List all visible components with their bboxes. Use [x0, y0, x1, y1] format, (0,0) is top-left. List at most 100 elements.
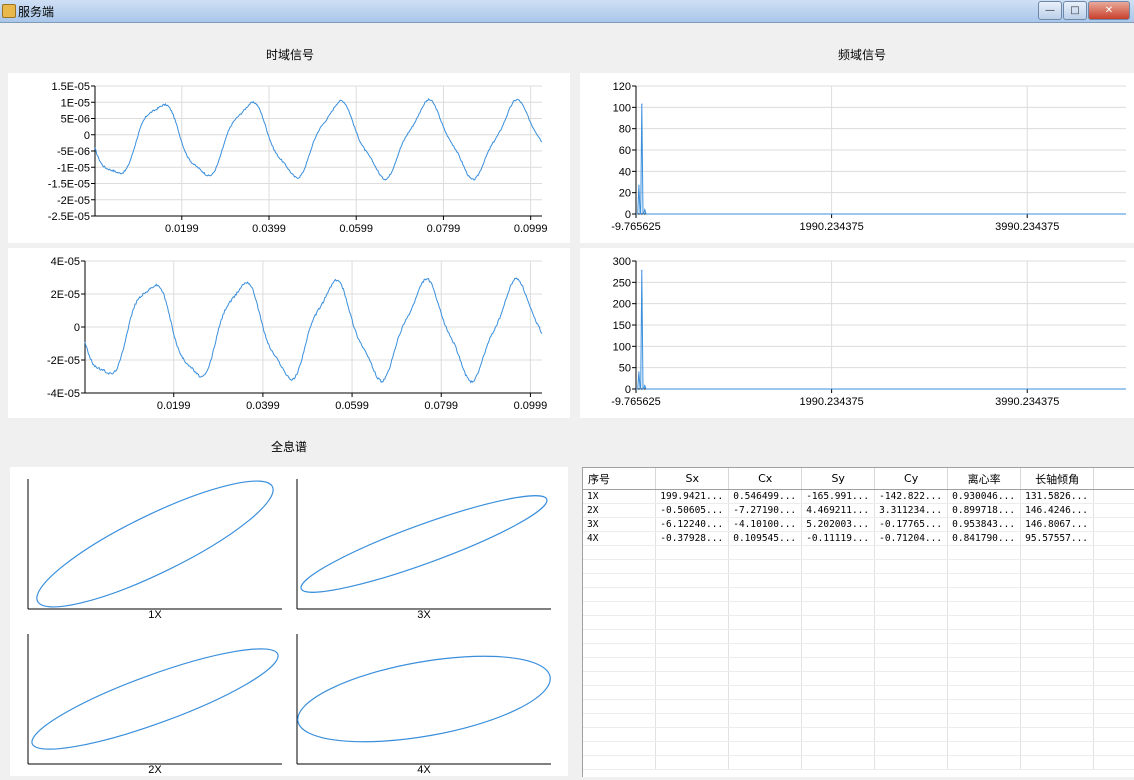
table-cell: [1093, 741, 1134, 756]
table-cell: [728, 643, 803, 658]
table-cell[interactable]: 1X: [583, 489, 657, 504]
table-cell[interactable]: 95.57557...: [1020, 531, 1095, 546]
table-cell: [728, 727, 803, 742]
table-cell: [1093, 713, 1134, 728]
y-tick-label: -1E-05: [57, 162, 90, 174]
time-chart-top: 1.5E-05 1E-05 5E-06 0 -5E-06 -1E-05 -1.5E-05 -2…: [8, 73, 570, 243]
table-cell: [583, 559, 657, 574]
column-header-filler: [1093, 468, 1134, 490]
table-cell[interactable]: -0.50605...: [655, 503, 730, 518]
table-cell[interactable]: 146.8067...: [1020, 517, 1095, 532]
table-cell: [1020, 671, 1095, 686]
table-cell: [1020, 657, 1095, 672]
signal-series-line: [94, 98, 543, 181]
table-cell[interactable]: 0.841790...: [947, 531, 1022, 546]
table-cell: [728, 587, 803, 602]
table-cell[interactable]: 0.546499...: [728, 489, 803, 504]
x-tick-label: 0.0999: [514, 223, 548, 235]
table-cell[interactable]: -0.71204...: [874, 531, 949, 546]
table-cell[interactable]: 0.899718...: [947, 503, 1022, 518]
table-cell: [801, 587, 876, 602]
table-row[interactable]: 1X 199.9421... 0.546499... -165.991... -142.…: [583, 489, 1134, 504]
table-cell: [655, 671, 730, 686]
minimize-button[interactable]: —: [1038, 1, 1062, 20]
table-cell[interactable]: -6.12240...: [655, 517, 730, 532]
close-button[interactable]: ✕: [1088, 1, 1130, 20]
table-cell[interactable]: [1093, 531, 1134, 546]
table-cell[interactable]: 131.5826...: [1020, 489, 1095, 504]
x-tick-label: 1990.234375: [800, 221, 864, 233]
table-cell: [874, 657, 949, 672]
table-cell[interactable]: 146.4246...: [1020, 503, 1095, 518]
maximize-button[interactable]: □: [1063, 1, 1087, 20]
table-cell[interactable]: 0.953843...: [947, 517, 1022, 532]
table-cell: [1093, 643, 1134, 658]
table-cell: [874, 629, 949, 644]
column-header[interactable]: Sx: [655, 468, 730, 490]
table-cell[interactable]: 4.469211...: [801, 503, 876, 518]
column-header[interactable]: Cx: [728, 468, 803, 490]
table-cell: [874, 671, 949, 686]
y-tick-label: 1E-05: [61, 97, 90, 109]
empty-table-row: [583, 713, 1134, 728]
column-header[interactable]: 长轴倾角: [1020, 468, 1095, 490]
table-cell: [947, 545, 1022, 560]
table-cell[interactable]: 0.930046...: [947, 489, 1022, 504]
table-cell[interactable]: 3.311234...: [874, 503, 949, 518]
table-cell[interactable]: 4X: [583, 531, 657, 546]
table-cell: [947, 601, 1022, 616]
table-cell: [1020, 545, 1095, 560]
table-cell: [947, 713, 1022, 728]
table-cell[interactable]: 5.202003...: [801, 517, 876, 532]
table-cell[interactable]: 199.9421...: [655, 489, 730, 504]
x-tick-label: 0.0199: [157, 400, 191, 412]
column-header[interactable]: 序号: [583, 468, 657, 490]
x-tick-label: 0.0599: [339, 223, 373, 235]
column-header[interactable]: Sy: [801, 468, 876, 490]
column-header[interactable]: 离心率: [947, 468, 1022, 490]
table-row[interactable]: 3X -6.12240... -4.10100... 5.202003... -0.17…: [583, 517, 1134, 532]
table-cell[interactable]: [1093, 517, 1134, 532]
table-cell: [801, 727, 876, 742]
table-cell[interactable]: [1093, 503, 1134, 518]
table-cell: [728, 685, 803, 700]
table-cell[interactable]: -7.27190...: [728, 503, 803, 518]
table-row[interactable]: 4X -0.37928... 0.109545... -0.11119... -0.71…: [583, 531, 1134, 546]
table-cell[interactable]: 3X: [583, 517, 657, 532]
section-holospectrum: 全息谱: [271, 440, 308, 454]
table-cell: [1093, 727, 1134, 742]
table-cell: [728, 615, 803, 630]
table-cell: [655, 713, 730, 728]
parameter-grid[interactable]: 序号 Sx Cx Sy Cy 离心率 长轴倾角 1X 199.9421... 0.546499.…: [583, 468, 1134, 770]
y-tick-label: 80: [619, 124, 631, 136]
table-cell[interactable]: -165.991...: [801, 489, 876, 504]
table-cell[interactable]: -0.11119...: [801, 531, 876, 546]
table-cell: [655, 629, 730, 644]
table-cell: [1020, 601, 1095, 616]
table-cell: [655, 755, 730, 770]
table-cell[interactable]: -0.37928...: [655, 531, 730, 546]
table-cell: [583, 713, 657, 728]
table-cell: [874, 755, 949, 770]
table-cell: [947, 573, 1022, 588]
table-cell[interactable]: -142.822...: [874, 489, 949, 504]
table-cell[interactable]: 2X: [583, 503, 657, 518]
empty-table-row: [583, 559, 1134, 574]
column-header[interactable]: Cy: [874, 468, 949, 490]
parameter-table[interactable]: 序号 Sx Cx Sy Cy 离心率 长轴倾角 1X 199.9421... 0.546499.…: [582, 467, 1134, 777]
table-cell: [1020, 615, 1095, 630]
table-cell: [801, 615, 876, 630]
x-tick-label: 0.0399: [246, 400, 280, 412]
empty-table-row: [583, 601, 1134, 616]
table-cell[interactable]: -4.10100...: [728, 517, 803, 532]
table-cell: [801, 629, 876, 644]
y-tick-label: 100: [613, 102, 631, 114]
table-row[interactable]: 2X -0.50605... -7.27190... 4.469211... 3.311…: [583, 503, 1134, 518]
y-tick-label: 200: [613, 299, 631, 311]
table-cell: [1020, 643, 1095, 658]
table-cell[interactable]: -0.17765...: [874, 517, 949, 532]
orbit-label: 4X: [417, 764, 431, 776]
title-bar: 服务端 — □ ✕: [0, 0, 1134, 23]
table-cell[interactable]: 0.109545...: [728, 531, 803, 546]
table-cell[interactable]: [1093, 489, 1134, 504]
